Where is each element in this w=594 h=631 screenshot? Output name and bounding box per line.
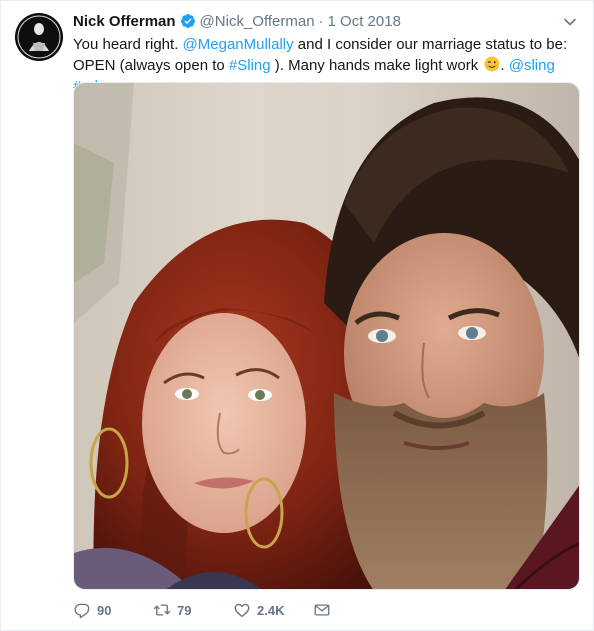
separator-dot: · [318,12,324,30]
retweet-icon [153,604,171,616]
action-bar: 90 79 2.4K [73,599,337,621]
avatar-image [15,13,63,61]
mention-link[interactable]: @sling [509,57,555,74]
chevron-down-icon[interactable] [563,15,577,29]
avatar[interactable] [15,13,63,61]
reply-count: 90 [97,602,112,618]
like-button[interactable]: 2.4K [233,601,313,619]
text-segment: You heard right. [73,36,183,53]
author-handle[interactable]: @Nick_Offerman [200,13,315,30]
verified-badge-icon [180,14,195,28]
selfie-photo [74,83,579,589]
mention-link[interactable]: @MeganMullally [183,36,294,53]
winking-face-emoji [484,56,500,72]
tweet-photo[interactable] [73,82,580,590]
tweet-date[interactable]: 1 Oct 2018 [328,13,401,30]
reply-icon [74,603,90,619]
tweet-header: Nick Offerman @Nick_Offerman · 1 Oct 201… [73,11,553,31]
hashtag-link[interactable]: #Sling [229,57,271,74]
text-segment: ). Many hands make light work [270,57,483,74]
retweet-button[interactable]: 79 [153,601,233,619]
author-name[interactable]: Nick Offerman [73,13,176,30]
like-count: 2.4K [257,602,285,618]
reply-button[interactable]: 90 [73,601,153,619]
retweet-count: 79 [177,602,192,618]
envelope-icon [314,604,330,616]
direct-message-button[interactable] [313,601,337,619]
text-segment: . [500,57,509,74]
tweet-card[interactable]: Nick Offerman @Nick_Offerman · 1 Oct 201… [0,0,594,631]
heart-icon [234,603,250,618]
